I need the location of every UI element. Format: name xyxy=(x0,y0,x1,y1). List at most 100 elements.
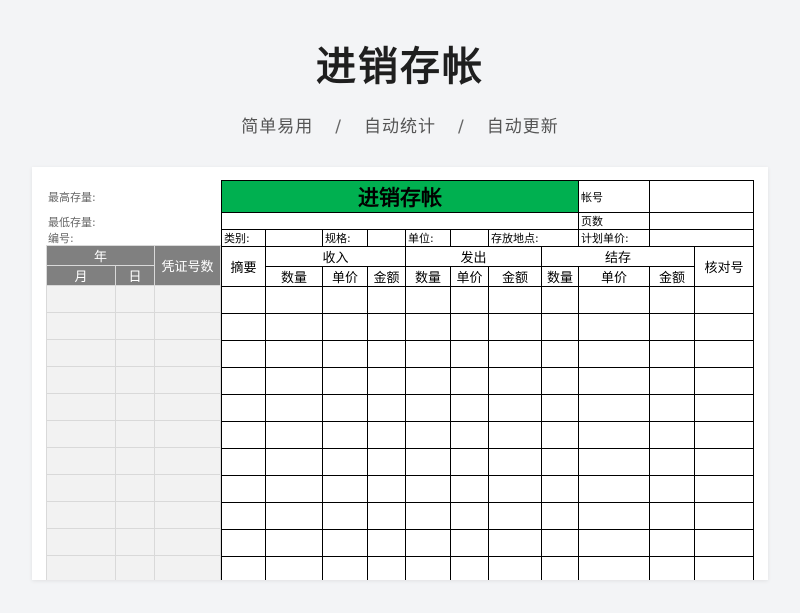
table-cell[interactable] xyxy=(649,529,695,557)
table-cell[interactable] xyxy=(450,502,489,530)
table-cell[interactable] xyxy=(541,286,579,314)
table-cell[interactable] xyxy=(578,475,650,503)
table-cell[interactable] xyxy=(265,340,323,368)
table-cell[interactable] xyxy=(578,394,650,422)
category-value[interactable] xyxy=(265,229,323,247)
table-cell[interactable] xyxy=(265,394,323,422)
table-cell[interactable] xyxy=(221,286,266,314)
table-cell[interactable] xyxy=(694,286,754,314)
table-cell[interactable] xyxy=(578,502,650,530)
plan-price-value[interactable] xyxy=(649,229,754,247)
table-cell[interactable] xyxy=(154,393,221,421)
table-cell[interactable] xyxy=(154,312,221,340)
table-cell[interactable] xyxy=(154,555,221,580)
table-cell[interactable] xyxy=(46,420,116,448)
table-cell[interactable] xyxy=(405,340,451,368)
table-cell[interactable] xyxy=(488,448,542,476)
table-cell[interactable] xyxy=(488,340,542,368)
table-cell[interactable] xyxy=(265,421,323,449)
table-cell[interactable] xyxy=(405,529,451,557)
table-cell[interactable] xyxy=(367,394,406,422)
table-cell[interactable] xyxy=(221,448,266,476)
table-cell[interactable] xyxy=(488,529,542,557)
table-cell[interactable] xyxy=(488,475,542,503)
table-cell[interactable] xyxy=(488,421,542,449)
table-cell[interactable] xyxy=(46,312,116,340)
table-cell[interactable] xyxy=(221,502,266,530)
table-cell[interactable] xyxy=(265,367,323,395)
table-cell[interactable] xyxy=(405,556,451,580)
table-cell[interactable] xyxy=(367,421,406,449)
table-cell[interactable] xyxy=(322,556,368,580)
table-cell[interactable] xyxy=(649,286,695,314)
table-cell[interactable] xyxy=(694,313,754,341)
table-cell[interactable] xyxy=(265,556,323,580)
table-cell[interactable] xyxy=(154,528,221,556)
table-cell[interactable] xyxy=(367,475,406,503)
table-cell[interactable] xyxy=(115,285,155,313)
table-cell[interactable] xyxy=(405,313,451,341)
table-cell[interactable] xyxy=(649,421,695,449)
table-cell[interactable] xyxy=(450,529,489,557)
table-cell[interactable] xyxy=(221,556,266,580)
table-cell[interactable] xyxy=(154,420,221,448)
table-cell[interactable] xyxy=(322,367,368,395)
table-cell[interactable] xyxy=(649,502,695,530)
table-cell[interactable] xyxy=(694,448,754,476)
table-cell[interactable] xyxy=(115,474,155,502)
table-cell[interactable] xyxy=(694,475,754,503)
table-cell[interactable] xyxy=(405,394,451,422)
table-cell[interactable] xyxy=(46,366,116,394)
table-cell[interactable] xyxy=(221,529,266,557)
table-cell[interactable] xyxy=(405,448,451,476)
table-cell[interactable] xyxy=(322,286,368,314)
table-cell[interactable] xyxy=(578,340,650,368)
table-cell[interactable] xyxy=(541,529,579,557)
table-cell[interactable] xyxy=(265,286,323,314)
table-cell[interactable] xyxy=(488,313,542,341)
table-cell[interactable] xyxy=(488,502,542,530)
table-cell[interactable] xyxy=(541,502,579,530)
table-cell[interactable] xyxy=(450,313,489,341)
table-cell[interactable] xyxy=(541,367,579,395)
table-cell[interactable] xyxy=(115,366,155,394)
table-cell[interactable] xyxy=(488,394,542,422)
table-cell[interactable] xyxy=(578,421,650,449)
table-cell[interactable] xyxy=(322,448,368,476)
table-cell[interactable] xyxy=(46,555,116,580)
table-cell[interactable] xyxy=(115,555,155,580)
table-cell[interactable] xyxy=(649,340,695,368)
table-cell[interactable] xyxy=(694,421,754,449)
table-cell[interactable] xyxy=(154,285,221,313)
table-cell[interactable] xyxy=(265,313,323,341)
table-cell[interactable] xyxy=(649,475,695,503)
table-cell[interactable] xyxy=(405,475,451,503)
account-no-value[interactable] xyxy=(649,180,754,213)
table-cell[interactable] xyxy=(322,340,368,368)
table-cell[interactable] xyxy=(541,448,579,476)
table-cell[interactable] xyxy=(367,286,406,314)
table-cell[interactable] xyxy=(154,501,221,529)
table-cell[interactable] xyxy=(46,474,116,502)
table-cell[interactable] xyxy=(154,447,221,475)
table-cell[interactable] xyxy=(578,556,650,580)
table-cell[interactable] xyxy=(154,366,221,394)
table-cell[interactable] xyxy=(46,339,116,367)
table-cell[interactable] xyxy=(265,448,323,476)
table-cell[interactable] xyxy=(154,339,221,367)
table-cell[interactable] xyxy=(221,367,266,395)
table-cell[interactable] xyxy=(450,475,489,503)
table-cell[interactable] xyxy=(367,340,406,368)
table-cell[interactable] xyxy=(367,367,406,395)
table-cell[interactable] xyxy=(488,367,542,395)
table-cell[interactable] xyxy=(154,474,221,502)
table-cell[interactable] xyxy=(405,367,451,395)
table-cell[interactable] xyxy=(450,367,489,395)
table-cell[interactable] xyxy=(578,313,650,341)
table-cell[interactable] xyxy=(46,285,116,313)
table-cell[interactable] xyxy=(649,313,695,341)
table-cell[interactable] xyxy=(694,367,754,395)
table-cell[interactable] xyxy=(221,421,266,449)
spec-value[interactable] xyxy=(367,229,406,247)
table-cell[interactable] xyxy=(649,556,695,580)
